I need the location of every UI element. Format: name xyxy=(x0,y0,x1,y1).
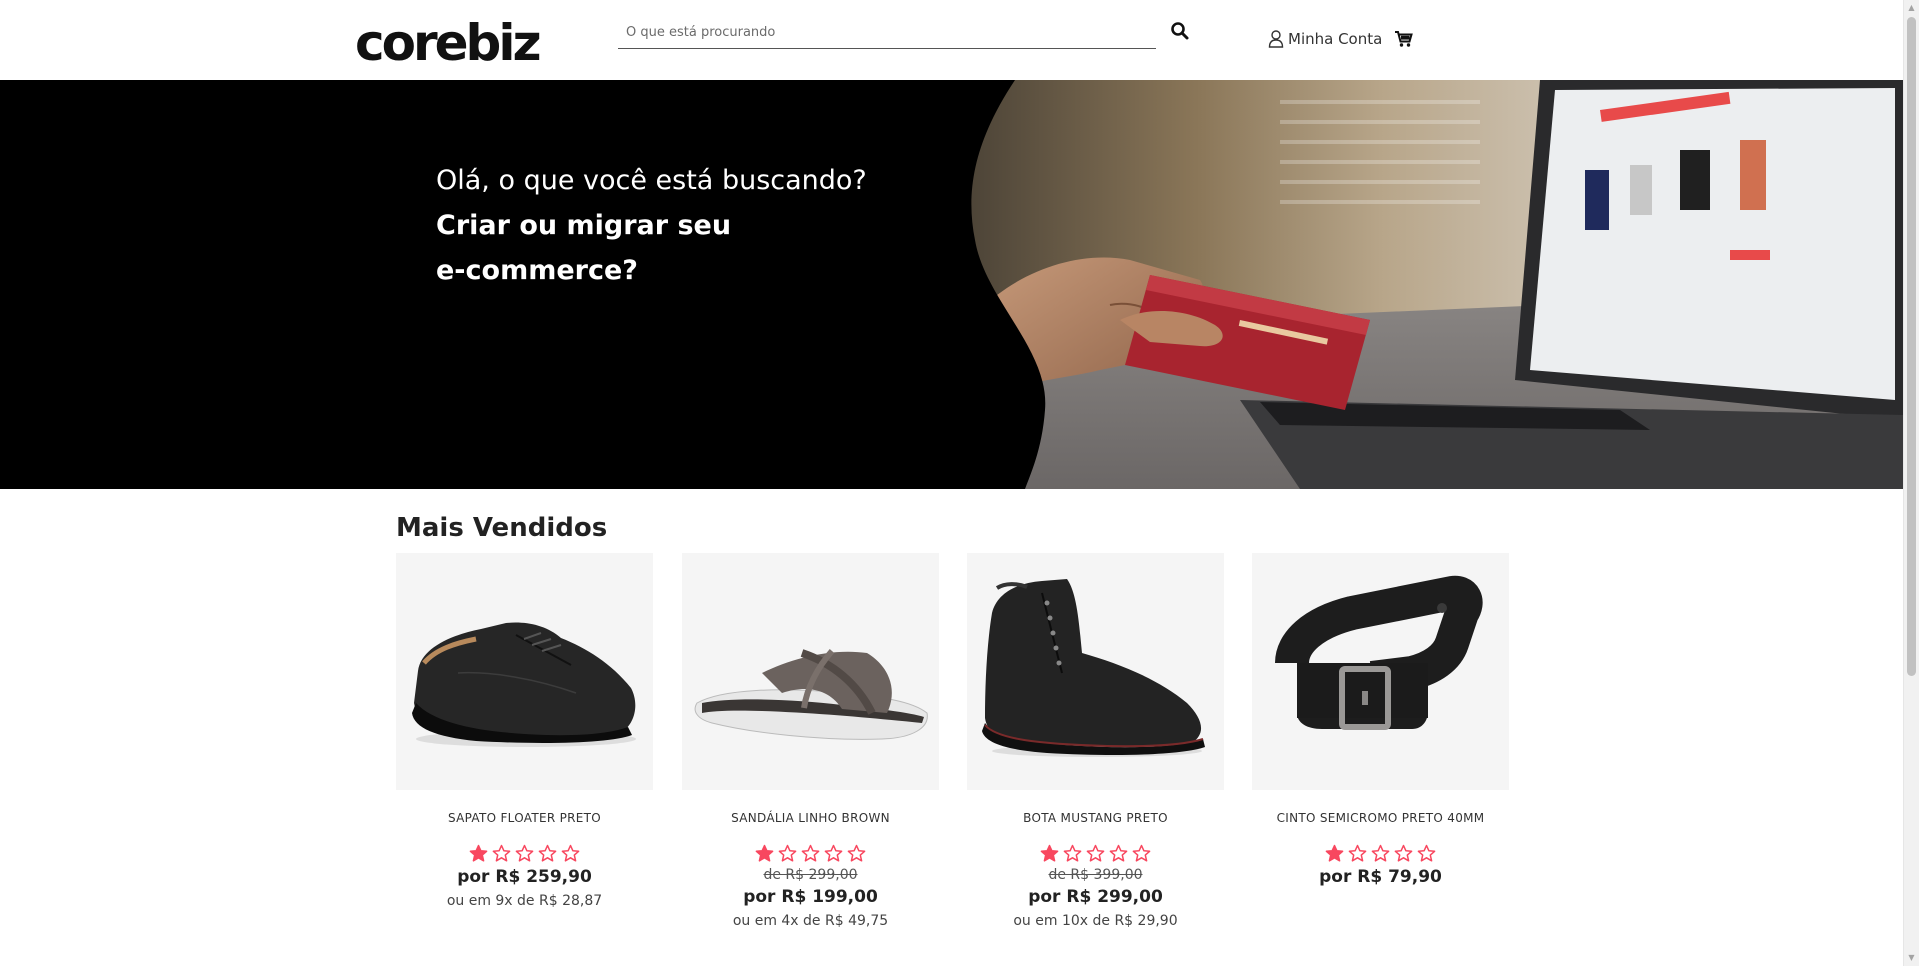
sandal-image xyxy=(682,553,939,790)
scroll-up-icon[interactable]: ▲ xyxy=(1904,0,1919,16)
search-input[interactable] xyxy=(618,18,1156,46)
rating-stars xyxy=(967,844,1224,864)
star-empty-icon xyxy=(1109,844,1128,863)
site-header: corebiz Minha Conta xyxy=(0,0,1903,80)
product-image[interactable] xyxy=(1252,553,1509,790)
boot-image xyxy=(967,553,1224,790)
product-list-price: de R$ 299,00 xyxy=(763,867,858,883)
user-icon xyxy=(1268,30,1284,48)
product-name[interactable]: SAPATO FLOATER PRETO xyxy=(396,810,653,826)
star-empty-icon xyxy=(1394,844,1413,863)
my-account-link[interactable]: Minha Conta xyxy=(1268,29,1382,49)
product-card[interactable]: SAPATO FLOATER PRETO por R$ 259,90 ou em… xyxy=(396,553,653,911)
scroll-down-icon[interactable]: ▼ xyxy=(1904,950,1919,966)
star-empty-icon xyxy=(847,844,866,863)
product-image[interactable] xyxy=(967,553,1224,790)
star-empty-icon xyxy=(1132,844,1151,863)
search-icon xyxy=(1171,22,1189,40)
product-card[interactable]: CINTO SEMICROMO PRETO 40MM por R$ 79,90 xyxy=(1252,553,1509,889)
product-price: por R$ 299,00 xyxy=(1028,887,1163,907)
star-empty-icon xyxy=(801,844,820,863)
product-price: por R$ 259,90 xyxy=(457,867,592,887)
hero-image xyxy=(0,80,1903,489)
corebiz-logo[interactable]: corebiz xyxy=(355,13,542,73)
star-empty-icon xyxy=(1063,844,1082,863)
star-empty-icon xyxy=(778,844,797,863)
belt-image xyxy=(1252,553,1509,790)
star-empty-icon xyxy=(1371,844,1390,863)
page-scrollbar[interactable]: ▲ ▼ xyxy=(1903,0,1919,966)
product-price: por R$ 79,90 xyxy=(1319,867,1442,887)
hero-headline-line2: e-commerce? xyxy=(436,255,638,286)
scrollbar-thumb[interactable] xyxy=(1907,17,1916,676)
star-empty-icon xyxy=(515,844,534,863)
best-sellers-title: Mais Vendidos xyxy=(396,513,608,543)
my-account-label: Minha Conta xyxy=(1288,30,1383,48)
product-list-price: de R$ 399,00 xyxy=(1048,867,1143,883)
product-installments: ou em 4x de R$ 49,75 xyxy=(732,913,889,929)
product-installments: ou em 10x de R$ 29,90 xyxy=(1013,913,1178,929)
product-shelf: SAPATO FLOATER PRETO por R$ 259,90 ou em… xyxy=(396,553,1509,966)
product-name[interactable]: BOTA MUSTANG PRETO xyxy=(967,810,1224,826)
product-image[interactable] xyxy=(396,553,653,790)
search-bar xyxy=(618,18,1156,49)
hero-greeting: Olá, o que você está buscando? xyxy=(436,165,867,196)
product-price: por R$ 199,00 xyxy=(743,887,878,907)
product-image[interactable] xyxy=(682,553,939,790)
product-installments: ou em 9x de R$ 28,87 xyxy=(446,893,603,909)
hero-text: Olá, o que você está buscando? Criar ou … xyxy=(436,158,867,293)
star-empty-icon xyxy=(492,844,511,863)
hero-banner[interactable]: Olá, o que você está buscando? Criar ou … xyxy=(0,80,1903,489)
product-card[interactable]: SANDÁLIA LINHO BROWN de R$ 299,00 por R$… xyxy=(682,553,939,931)
star-filled-icon xyxy=(755,844,774,863)
star-empty-icon xyxy=(1348,844,1367,863)
product-name[interactable]: CINTO SEMICROMO PRETO 40MM xyxy=(1252,810,1509,826)
star-filled-icon xyxy=(469,844,488,863)
star-empty-icon xyxy=(538,844,557,863)
rating-stars xyxy=(682,844,939,864)
shopping-cart-icon xyxy=(1395,31,1413,47)
star-empty-icon xyxy=(1417,844,1436,863)
rating-stars xyxy=(1252,844,1509,864)
star-empty-icon xyxy=(561,844,580,863)
star-filled-icon xyxy=(1040,844,1059,863)
star-empty-icon xyxy=(1086,844,1105,863)
product-card[interactable]: BOTA MUSTANG PRETO de R$ 399,00 por R$ 2… xyxy=(967,553,1224,931)
shoe-image xyxy=(396,553,653,790)
hero-headline-line1: Criar ou migrar seu xyxy=(436,210,732,241)
star-filled-icon xyxy=(1325,844,1344,863)
cart-button[interactable] xyxy=(1394,29,1414,49)
star-empty-icon xyxy=(824,844,843,863)
search-button[interactable] xyxy=(1170,21,1192,43)
rating-stars xyxy=(396,844,653,864)
product-name[interactable]: SANDÁLIA LINHO BROWN xyxy=(682,810,939,826)
